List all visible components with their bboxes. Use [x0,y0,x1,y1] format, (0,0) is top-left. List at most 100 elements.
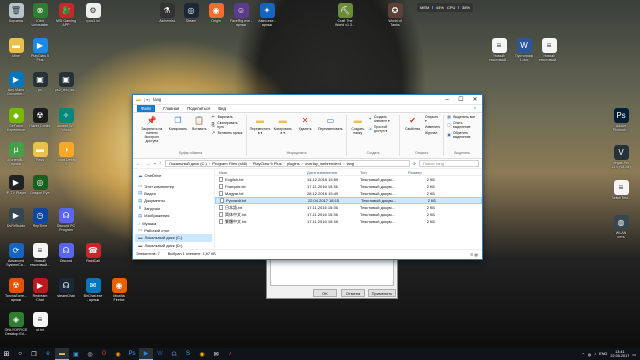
tab-file[interactable]: Файл [137,105,156,112]
breadcrumb-item[interactable]: Program Files (x86) [212,161,247,166]
new-folder-button[interactable]: ▬ Создать папку [350,115,366,135]
file-row[interactable]: English.txt 14.12.2016 15:59 Текстовый док… [215,176,482,183]
clock[interactable]: 13:41 22.05.2017 [610,350,629,358]
copy-to-button[interactable]: ▬ Копировать в ▾ [273,115,292,135]
desktop-icon-wlan[interactable]: ◍ WLAN сеть [606,215,636,239]
select-all-button[interactable]: ▦ Выделить все [447,115,477,120]
properties-button[interactable]: ✔ Свойства [403,115,422,131]
nav-item[interactable]: ⬇ Загрузки [135,205,212,212]
file-explorer-icon[interactable]: ▬ [55,348,69,360]
desktop-icon-astro[interactable]: ✦ Astro.exe - ярлык [252,3,282,27]
ok-button[interactable]: OK [313,289,337,297]
breadcrumb-item[interactable]: lang [347,161,355,166]
edge-icon[interactable]: e [41,348,55,360]
column-name[interactable]: Имя [219,170,307,175]
nav-item[interactable]: ▬ Локальный диск (C:) [135,234,212,242]
tab-view[interactable]: Вид [218,106,226,111]
language-indicator[interactable]: ENG [599,352,607,356]
breadcrumb-separator-icon[interactable]: › [302,161,303,166]
file-row[interactable]: 日本語.txt 17.11.2016 15:36 Текстовый докум..… [215,204,482,211]
desktop-icon-vegas[interactable]: V Vegas Pro 13.0 (64-bit) [606,145,636,169]
firefox-taskbar-icon[interactable]: ◉ [111,348,125,360]
view-toggle-icon[interactable]: ☰ ▦ [470,252,478,257]
cut-button[interactable]: ✂ Вырезать [212,115,243,120]
notifications-icon[interactable]: ▭ [632,352,636,357]
delete-button[interactable]: ✕ Удалить [295,115,314,131]
minimize-icon[interactable]: – [440,95,454,105]
search-icon[interactable]: ○ [13,348,27,360]
nav-item[interactable]: ▭ Рабочий стол [135,227,212,234]
nav-item[interactable]: ▭ Этот компьютер [135,182,212,189]
volume-icon[interactable]: ♪ [594,352,596,356]
new-item-button[interactable]: ✦ Создать элемент ▾ [369,115,397,123]
desktop-icon-discordpc[interactable]: ☊ Discord PC Program [51,208,81,232]
playclaw-taskbar-icon[interactable]: ▶ [139,348,153,360]
task-view-icon[interactable]: ❐ [27,348,41,360]
desktop-icon-newtext3[interactable]: ≡ Новый текстовый... [534,38,564,62]
maximize-icon[interactable]: ☐ [454,95,468,105]
rename-button[interactable]: ▭ Переименовать [318,115,343,131]
back-icon[interactable]: ← [136,161,142,167]
word-taskbar-icon[interactable]: W [153,348,167,360]
tray-up-icon[interactable]: ⌃ [582,352,585,357]
quick-access-toolbar[interactable]: | ▾ | [144,97,150,102]
cancel-button[interactable]: Отмена [341,289,365,297]
breadcrumb-separator-icon[interactable]: › [249,161,250,166]
open-button[interactable]: Открыть ▾ [425,115,440,123]
desktop-icon-smartdefrag[interactable]: ◑ Smart Defrag 5 [51,142,81,166]
paste-shortcut-button[interactable]: ↗ Вставить ярлык [212,131,243,136]
file-row[interactable]: 简体中文.txt 17.11.2016 15:36 Текстовый докум.… [215,211,482,218]
forward-icon[interactable]: → [145,161,151,167]
desktop-icon-raidcall[interactable]: ☎ RaidCall [78,243,108,263]
desktop-icon-twitch[interactable]: ≡ TwitchTest... [606,180,636,200]
desktop-icon-arcane[interactable]: ✧ Arcane W... World [51,108,81,132]
music-taskbar-icon[interactable]: ♪ [223,348,237,360]
apply-button[interactable]: Применить [368,289,396,297]
tab-share[interactable]: Поделиться [187,106,210,111]
desktop-icon-wot[interactable]: ✪ World of Tanks [380,3,410,27]
help-icon[interactable]: ? [474,106,476,111]
desktop-icon-dragoneye[interactable]: ◎ Dragon Eye [25,175,55,195]
skype-taskbar-icon[interactable]: S [181,348,195,360]
desktop-icon-rpcs3[interactable]: ⚙ rpcs3.ini [78,3,108,23]
nav-item[interactable]: ▤ Документы [135,197,212,204]
network-icon[interactable]: ◍ [588,352,591,357]
breadcrumb-item[interactable]: overlay_webrender4 [305,161,341,166]
desktop-icon-firefox[interactable]: ◉ Mozilla Firefox [104,278,134,302]
desktop-icon-ppsspp[interactable]: ▶ PlayClaw 5 Plus [25,38,55,62]
file-row[interactable]: Français.txt 17.11.2016 15:36 Текстовый до… [215,183,482,190]
file-row[interactable]: 繁體中文.txt 17.11.2016 15:38 Текстовый докум.… [215,218,482,225]
search-input[interactable]: Поиск: lang [419,160,479,167]
nav-item[interactable]: ♪ Музыка [135,219,212,226]
nav-item[interactable]: ☁ OneDrive [135,172,212,179]
desktop-icon-msi[interactable]: 🐉 MSI Gaming APP [51,3,81,27]
edit-button[interactable]: Изменить [425,125,440,129]
desktop-icon-ps_xbox[interactable]: ▣ ps2_xbo_ss... [51,72,81,92]
copy-button[interactable]: ❐ Копировать [169,115,187,131]
file-row[interactable]: Magyar.txt 28.12.2016 15:49 Текстовый доку… [215,190,482,197]
breadcrumb-item[interactable]: Локальный диск (C:) [169,161,207,166]
discord-taskbar-icon[interactable]: ☊ [167,348,181,360]
column-date[interactable]: Дата изменения [307,170,360,175]
windows-start-icon[interactable]: ⊞ [0,348,13,360]
store-icon[interactable]: ▣ [69,348,83,360]
breadcrumb-separator-icon[interactable]: › [343,161,344,166]
up-icon[interactable]: ↑ [159,161,162,167]
invert-selection-button[interactable]: ▣ Обратить выделение [447,131,477,139]
nav-item[interactable]: ▤ Изображения [135,212,212,219]
breadcrumb-separator-icon[interactable]: › [209,161,210,166]
move-to-button[interactable]: ▬ Переместить в ▾ [250,115,271,135]
nav-item[interactable]: ▬ Локальный диск (D:) [135,242,212,249]
breadcrumb-separator-icon[interactable]: › [284,161,285,166]
file-row[interactable]: Русский.txt 22.04.2017 18:15 Текстовый док… [215,197,482,204]
desktop-icon-craft[interactable]: ⛏ Craft The World v1.3... [330,3,360,27]
breadcrumb-item[interactable]: PlayClaw 5 Plus [253,161,282,166]
close-icon[interactable]: ✕ [468,95,482,105]
breadcrumb-item[interactable]: plugins [287,161,300,166]
mail-taskbar-icon[interactable]: ✉ [209,348,223,360]
column-type[interactable]: Тип [360,170,408,175]
breadcrumb[interactable]: Локальный диск (C:) › Program Files (x86) ›… [165,160,410,167]
desktop-icon-adobe[interactable]: Ps Adobe Photosh... [606,108,636,132]
photoshop-taskbar-icon[interactable]: Ps [125,348,139,360]
copy-path-button[interactable]: ⎘ Скопировать путь [212,121,243,129]
